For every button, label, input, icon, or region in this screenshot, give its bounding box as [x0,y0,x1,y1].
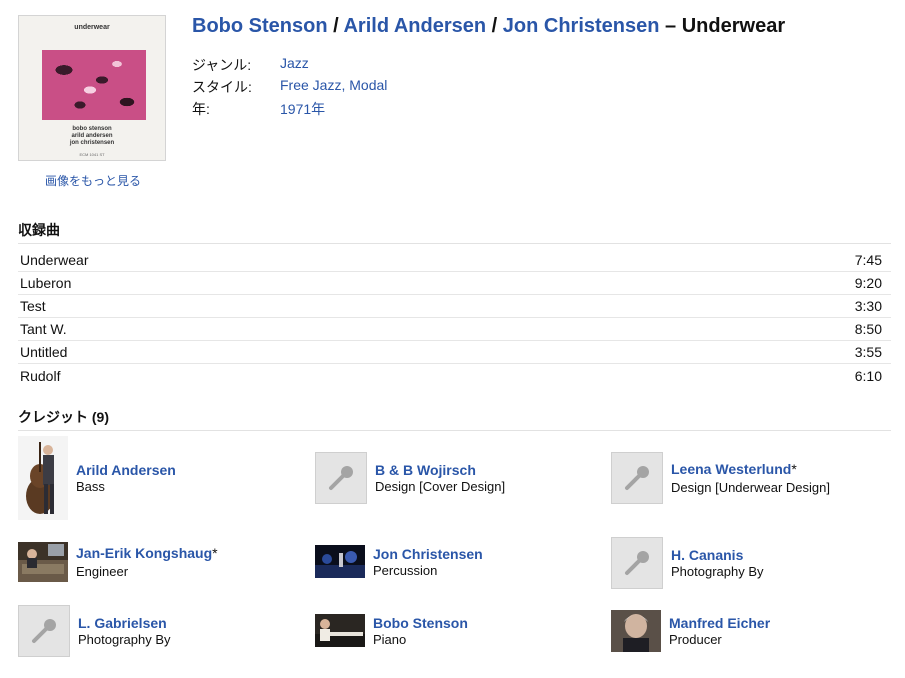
track-row: Underwear 7:45 [18,249,891,272]
credit-name-link[interactable]: L. Gabrielsen [78,615,171,631]
credit-item: B & B Wojirsch Design [Cover Design] [315,452,505,504]
track-row: Rudolf 6:10 [18,364,891,387]
artist-link[interactable]: Arild Andersen [343,15,486,37]
divider [18,430,891,431]
artist-photo[interactable] [18,436,68,520]
credit-anv-star: * [212,545,218,561]
credit-name-link[interactable]: H. Cananis [671,547,764,563]
credits-count: (9) [91,409,110,425]
credit-role: Photography By [78,632,171,647]
track-row: Test 3:30 [18,295,891,318]
meta-row-year: 年: 1971年 [192,99,387,121]
credit-item: L. Gabrielsen Photography By [18,605,171,657]
credit-name-link[interactable]: Leena Westerlund [671,461,791,477]
track-row: Untitled 3:55 [18,341,891,364]
track-duration: 3:30 [854,298,882,314]
track-title: Tant W. [20,321,67,337]
album-title: Underwear [681,15,786,37]
credit-item: Arild Andersen Bass [18,436,176,520]
credit-role: Bass [76,479,105,494]
artist-photo[interactable] [315,545,365,578]
track-title: Rudolf [20,367,61,384]
credit-name-link[interactable]: B & B Wojirsch [375,462,505,478]
artist-photo[interactable] [315,614,365,647]
artist-placeholder-image[interactable] [18,605,70,657]
credit-role: Producer [669,632,722,647]
credit-role: Photography By [671,564,764,579]
microphone-icon [32,619,56,643]
track-title: Underwear [20,252,89,268]
track-duration: 6:10 [854,367,882,384]
credit-name-link[interactable]: Jon Christensen [373,546,483,562]
credits-heading: クレジット (9) [18,407,109,427]
genre-link[interactable]: Jazz [280,55,309,71]
track-duration: 8:50 [854,321,882,337]
microphone-icon [329,466,353,490]
cover-artwork [42,50,146,120]
credit-role: Design [Cover Design] [375,479,506,494]
meta-label: 年: [192,101,210,117]
credit-name-link[interactable]: Arild Andersen [76,462,176,478]
cover-art-names: bobo stenson arild andersen jon christen… [19,126,165,147]
credit-role: Engineer [76,564,129,579]
credit-role: Piano [373,631,407,647]
cover-art-label: ECM 1041 ST [79,152,105,157]
track-row: Luberon 9:20 [18,272,891,295]
artist-photo[interactable] [611,610,661,652]
track-duration: 9:20 [854,275,882,291]
style-link[interactable]: Free Jazz, Modal [280,77,387,93]
track-row: Tant W. 8:50 [18,318,891,341]
cover-art-title: underwear [74,24,110,31]
tracklist: Underwear 7:45 Luberon 9:20 Test 3:30 Ta… [18,249,891,387]
credit-role: Design [Underwear Design] [671,480,830,495]
credit-item: H. Cananis Photography By [611,537,764,589]
meta-label: ジャンル: [192,57,252,73]
artist-placeholder-image[interactable] [315,452,367,504]
cover-art-name: arild andersen [71,133,113,139]
more-images-link[interactable]: 画像をもっと見る [18,172,168,189]
meta-label: スタイル: [192,79,252,95]
track-title: Test [20,298,46,314]
credit-item: Jan-Erik Kongshaug* Engineer [18,542,218,582]
year-link[interactable]: 1971年 [280,99,325,119]
artist-link[interactable]: Bobo Stenson [192,15,328,37]
credit-item: Bobo Stenson Piano [315,614,468,647]
meta-row-genre: ジャンル: Jazz [192,55,387,77]
artist-link[interactable]: Jon Christensen [503,15,660,37]
credit-name-link[interactable]: Jan-Erik Kongshaug [76,545,212,561]
credit-anv-star: * [791,461,797,477]
artist-photo[interactable] [18,542,68,582]
track-duration: 7:45 [854,252,882,268]
track-title: Untitled [20,344,68,360]
artist-placeholder-image[interactable] [611,537,663,589]
credit-role: Percussion [373,562,438,578]
credit-name-link[interactable]: Bobo Stenson [373,615,468,631]
divider [18,243,891,244]
track-duration: 3:55 [854,344,882,360]
credit-item: Manfred Eicher Producer [611,610,770,652]
credit-item: Jon Christensen Percussion [315,545,483,578]
page-title: Bobo Stenson / Arild Andersen / Jon Chri… [192,15,785,38]
title-separator: / [327,15,344,37]
album-cover[interactable]: underwear bobo stenson arild andersen jo… [18,15,166,161]
microphone-icon [625,551,649,575]
cover-art-name: jon christensen [69,140,115,146]
artist-placeholder-image[interactable] [611,452,663,504]
track-title: Luberon [20,275,72,291]
credit-name-link[interactable]: Manfred Eicher [669,615,770,631]
microphone-icon [625,466,649,490]
meta-row-style: スタイル: Free Jazz, Modal [192,77,387,99]
title-separator: / [486,15,503,37]
album-meta: ジャンル: Jazz スタイル: Free Jazz, Modal 年: 197… [192,55,387,121]
credits-heading-label: クレジット [18,409,88,425]
cover-art-name: bobo stenson [72,126,112,132]
tracklist-heading: 収録曲 [18,222,60,238]
credit-item: Leena Westerlund* Design [Underwear Desi… [611,452,830,504]
title-dash: – [659,15,682,37]
